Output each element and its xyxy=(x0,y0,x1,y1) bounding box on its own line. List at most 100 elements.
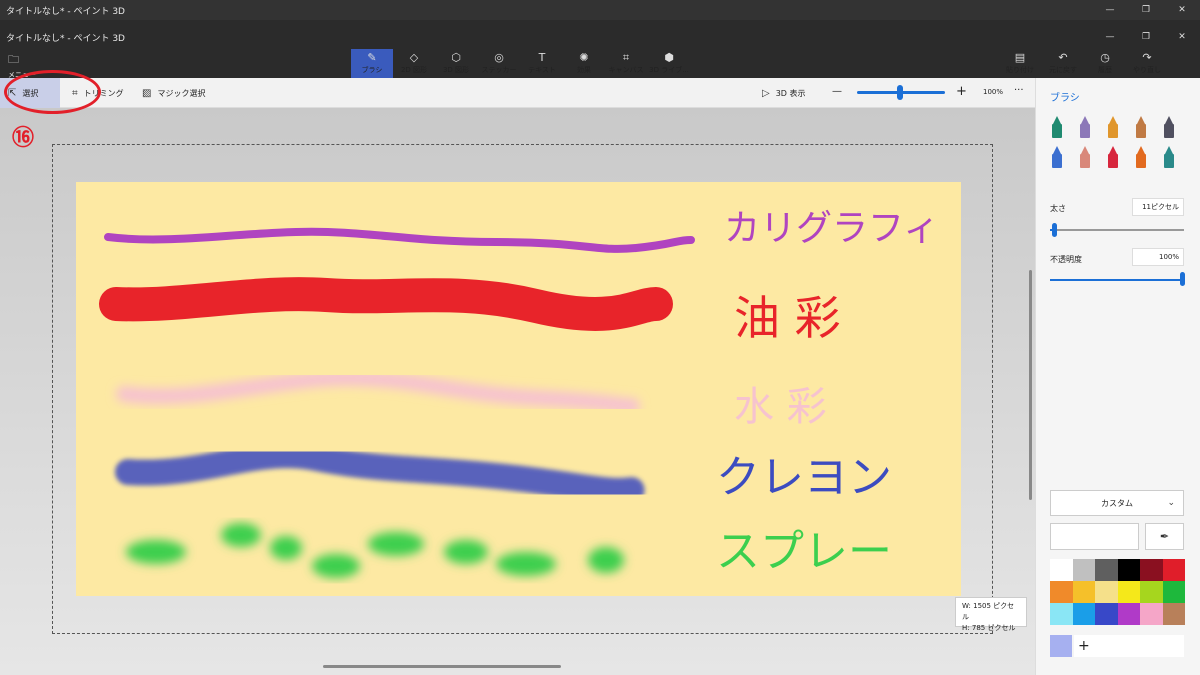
view-3d-icon: ▷ xyxy=(762,87,770,99)
view-3d-button[interactable]: ▷ 3D 表示 xyxy=(754,78,814,108)
zoom-slider-thumb[interactable] xyxy=(897,85,903,100)
vertical-scrollbar[interactable] xyxy=(1029,270,1032,500)
opacity-slider-fill xyxy=(1050,279,1184,281)
color-swatch[interactable] xyxy=(1140,559,1163,581)
color-palette xyxy=(1050,559,1185,625)
calligraphy-pen-icon[interactable] xyxy=(1078,116,1092,138)
tool-options-bar: ⇱ 選択 ⌗ トリミング ▨ マジック選択 ▷ 3D 表示 — + 100% ·… xyxy=(0,78,1035,108)
color-swatch[interactable] xyxy=(1050,559,1073,581)
tool-text[interactable]: T テキスト xyxy=(521,49,563,78)
color-swatch[interactable] xyxy=(1095,603,1118,625)
view-3d-label: 3D 表示 xyxy=(775,88,806,98)
zoom-in-button[interactable]: + xyxy=(956,84,967,99)
spray-stroke xyxy=(126,523,624,578)
brush-icon: ✎ xyxy=(367,51,377,64)
color-swatch[interactable] xyxy=(1117,559,1140,581)
tool-label: 効果 xyxy=(577,66,591,74)
magic-select-label: マジック選択 xyxy=(157,88,206,98)
chevron-down-icon: ⌄ xyxy=(1167,498,1175,508)
history-icon: ◷ xyxy=(1100,51,1110,64)
restore-icon[interactable]: ❐ xyxy=(1128,0,1164,20)
horizontal-scrollbar[interactable] xyxy=(323,665,561,668)
history-button[interactable]: ◷ 履歴 xyxy=(1084,49,1126,78)
opacity-slider-thumb[interactable] xyxy=(1180,272,1185,286)
marker-icon[interactable] xyxy=(1050,116,1064,138)
thickness-field[interactable]: 11ピクセル xyxy=(1132,198,1184,216)
spray-can-icon[interactable] xyxy=(1134,146,1148,168)
eyedropper-button[interactable]: ✒ xyxy=(1145,523,1184,550)
color-swatch[interactable] xyxy=(1162,559,1185,581)
paste-icon: ▤ xyxy=(1014,51,1026,64)
fill-icon[interactable] xyxy=(1162,146,1176,168)
3d-shapes-icon: ⬡ xyxy=(451,51,461,64)
canvas-size-readout: W: 1505 ピクセル H: 785 ピクセル xyxy=(955,597,1027,632)
pixel-pen-icon[interactable] xyxy=(1162,116,1176,138)
crayon-text: クレヨン xyxy=(716,452,892,503)
tool-label: 3D 図形 xyxy=(442,66,470,74)
canvas[interactable]: カリグラフィ 油 彩 水 彩 クレヨン スプレー xyxy=(76,182,961,596)
oil-brush-icon[interactable] xyxy=(1106,116,1120,138)
more-options-button[interactable]: ··· xyxy=(1014,85,1024,96)
crayon-stroke xyxy=(115,442,645,504)
restore-button[interactable]: ❐ xyxy=(1128,27,1164,47)
color-mode-value: カスタム xyxy=(1101,498,1133,508)
tool-label: 3D ライブ... xyxy=(649,66,689,74)
tool-2d-shapes[interactable]: ◇ 2D 図形 xyxy=(393,49,435,78)
magic-select-icon: ▨ xyxy=(142,87,152,99)
color-swatch[interactable] xyxy=(1140,581,1163,603)
color-swatch[interactable] xyxy=(1162,581,1185,603)
watercolor-stroke xyxy=(116,369,640,414)
color-preview xyxy=(1050,523,1139,550)
color-swatch[interactable] xyxy=(1140,603,1163,625)
crayon-icon[interactable] xyxy=(1106,146,1120,168)
paste-button[interactable]: ▤ 貼り付け xyxy=(999,49,1041,78)
tool-label: 2D 図形 xyxy=(400,66,428,74)
color-swatch[interactable] xyxy=(1050,581,1073,603)
color-swatch[interactable] xyxy=(1117,581,1140,603)
title-bar-background: タイトルなし* - ペイント 3D — ❐ ✕ xyxy=(0,0,1200,20)
eraser-icon[interactable] xyxy=(1078,146,1092,168)
pencil-icon[interactable] xyxy=(1050,146,1064,168)
effects-icon: ✺ xyxy=(579,51,589,64)
tool-sticker[interactable]: ◎ ステッカー xyxy=(478,49,520,78)
tool-label: テキスト xyxy=(528,66,556,74)
color-swatch[interactable] xyxy=(1095,581,1118,603)
color-swatch[interactable] xyxy=(1117,603,1140,625)
thickness-slider-thumb[interactable] xyxy=(1052,223,1058,237)
thickness-slider[interactable] xyxy=(1050,229,1184,231)
color-swatch[interactable] xyxy=(1095,559,1118,581)
calligraphy-stroke xyxy=(104,227,695,253)
close-icon[interactable]: ✕ xyxy=(1164,0,1200,20)
opacity-field[interactable]: 100% xyxy=(1132,248,1184,266)
tool-effects[interactable]: ✺ 効果 xyxy=(563,49,605,78)
zoom-out-button[interactable]: — xyxy=(832,86,842,97)
minimize-icon[interactable]: — xyxy=(1092,0,1128,20)
current-color-swatch[interactable] xyxy=(1050,635,1072,657)
tool-3d-library[interactable]: ⬢ 3D ライブ... xyxy=(648,49,690,78)
brush-grid xyxy=(1050,116,1190,168)
color-swatch[interactable] xyxy=(1072,559,1095,581)
add-color-button[interactable]: + xyxy=(1074,635,1184,657)
tool-label: キャンバス xyxy=(608,66,644,74)
close-button[interactable]: ✕ xyxy=(1164,27,1200,47)
color-swatch[interactable] xyxy=(1072,581,1095,603)
color-swatch[interactable] xyxy=(1162,603,1185,625)
tool-brush[interactable]: ✎ ブラシ xyxy=(351,49,393,78)
redo-button[interactable]: ↷ やり直し xyxy=(1126,49,1168,78)
text-icon: T xyxy=(538,51,546,64)
annotation-ellipse xyxy=(4,70,101,114)
tool-label: ステッカー xyxy=(481,66,517,74)
tool-canvas[interactable]: ⌗ キャンバス xyxy=(605,49,647,78)
calligraphy-text: カリグラフィ xyxy=(724,208,939,249)
action-label: 履歴 xyxy=(1098,66,1112,74)
color-mode-dropdown[interactable]: カスタム ⌄ xyxy=(1050,490,1184,516)
3d-library-icon: ⬢ xyxy=(664,51,674,64)
magic-select-button[interactable]: ▨ マジック選択 xyxy=(134,78,213,108)
tool-3d-shapes[interactable]: ⬡ 3D 図形 xyxy=(435,49,477,78)
color-swatch[interactable] xyxy=(1072,603,1095,625)
undo-button[interactable]: ↶ 元に戻す xyxy=(1042,49,1084,78)
watercolor-icon[interactable] xyxy=(1134,116,1148,138)
minimize-button[interactable]: — xyxy=(1092,27,1128,47)
color-swatch[interactable] xyxy=(1050,603,1073,625)
opacity-label: 不透明度 xyxy=(1050,255,1082,264)
